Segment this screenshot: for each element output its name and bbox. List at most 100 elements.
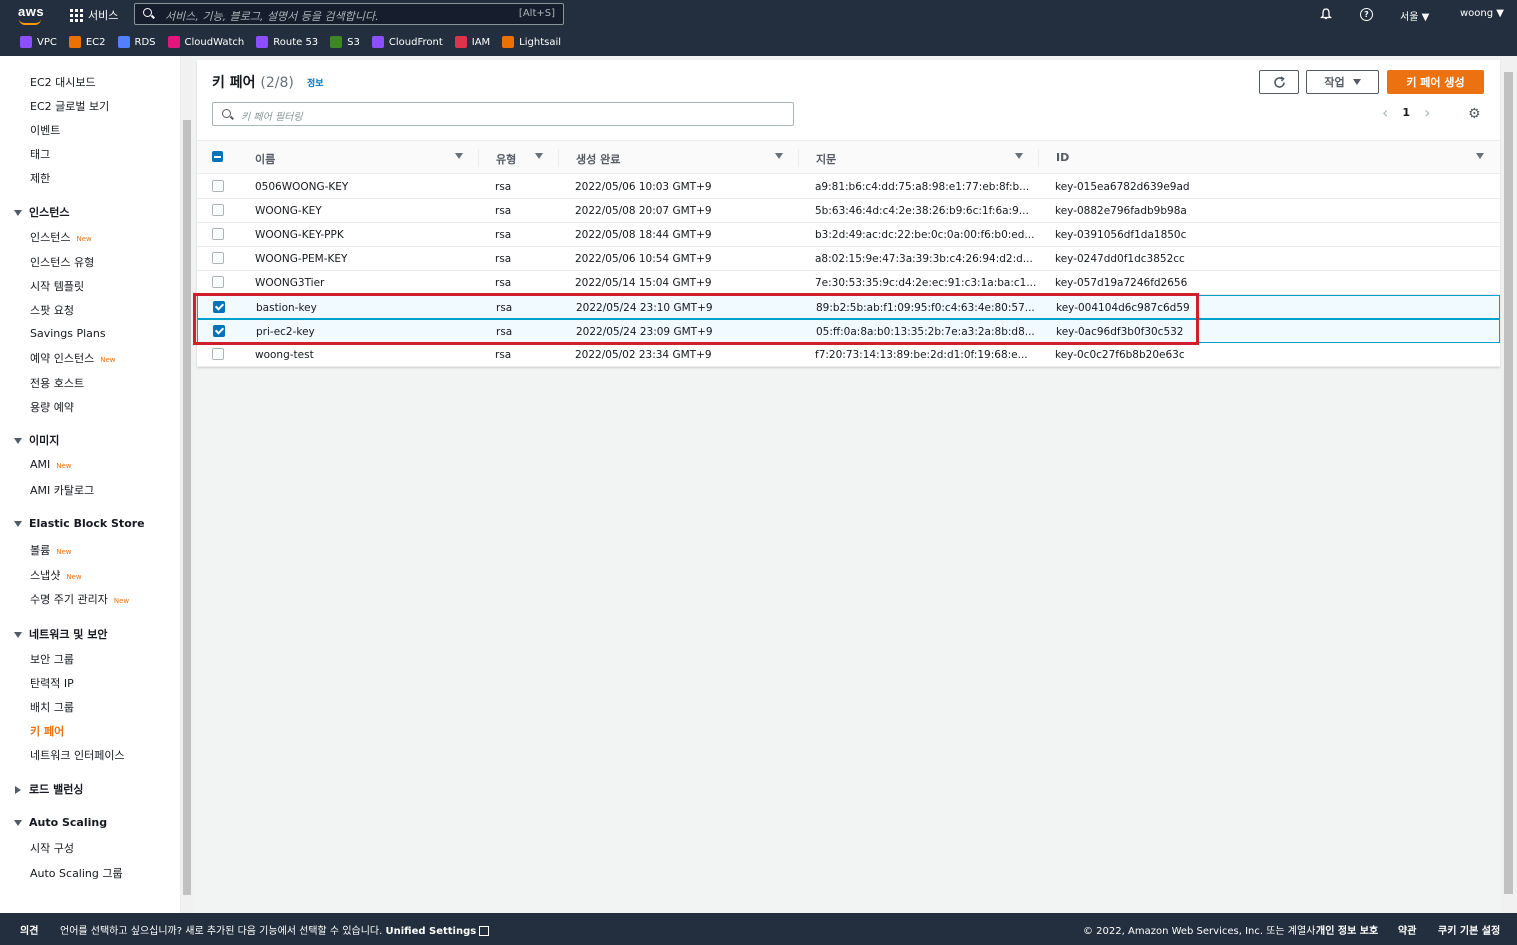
row-checkbox[interactable] (212, 252, 224, 264)
table-row[interactable]: 0506WOONG-KEY rsa 2022/05/06 10:03 GMT+9 a9… (197, 175, 1500, 199)
sidebar-item-launch-templates[interactable]: 시작 템플릿 (30, 278, 84, 294)
column-header-created[interactable]: 생성 완료 (576, 151, 620, 167)
sidebar-item-network-interfaces[interactable]: 네트워크 인터페이스 (30, 747, 125, 763)
cookie-preferences-link[interactable]: 쿠키 기본 설정 (1438, 922, 1500, 937)
sidebar-item-ami[interactable]: AMI New (30, 458, 72, 471)
selection-count: (2/8) (260, 75, 294, 91)
favorite-s3[interactable]: S3 (330, 36, 360, 48)
column-header-name[interactable]: 이름 (255, 151, 275, 167)
sidebar-section-images[interactable]: 이미지 (14, 432, 59, 448)
table-row[interactable]: woong-test rsa 2022/05/02 23:34 GMT+9 f7:20… (197, 343, 1500, 367)
sidebar-item-launch-configurations[interactable]: 시작 구성 (30, 840, 74, 856)
sidebar: EC2 대시보드 EC2 글로벌 보기 이벤트 태그 제한 인스턴스 인스턴스 N… (0, 56, 181, 913)
selection-highlight-box (193, 293, 1199, 345)
gear-icon[interactable]: ⚙ (1468, 107, 1481, 121)
favorite-ec2[interactable]: EC2 (68, 36, 106, 48)
table-row[interactable]: WOONG-PEM-KEY rsa 2022/05/06 10:54 GMT+9 a8… (197, 247, 1500, 271)
services-button[interactable]: 서비스 (70, 7, 118, 23)
favorite-label: RDS (134, 36, 156, 48)
page-number[interactable]: 1 (1402, 106, 1410, 119)
sidebar-scrollbar-thumb[interactable] (183, 120, 191, 895)
sidebar-section-network[interactable]: 네트워크 및 보안 (14, 626, 108, 642)
row-checkbox[interactable] (212, 228, 224, 240)
favorite-vpc[interactable]: VPC (20, 36, 57, 48)
row-checkbox[interactable] (212, 276, 224, 288)
sidebar-item-reserved-instances[interactable]: 예약 인스턴스 New (30, 350, 116, 366)
sidebar-item-spot-requests[interactable]: 스팟 요청 (30, 302, 74, 318)
sidebar-item-key-pairs[interactable]: 키 페어 (30, 723, 64, 739)
favorite-route-53[interactable]: Route 53 (256, 36, 318, 48)
filter-input[interactable]: 키 페어 필터링 (212, 102, 794, 126)
sidebar-section-ebs[interactable]: Elastic Block Store (14, 517, 145, 530)
sidebar-item-capacity-reservations[interactable]: 용량 예약 (30, 399, 74, 415)
privacy-link[interactable]: 개인 정보 보호 (1316, 922, 1378, 937)
sidebar-item-ec2-dashboard[interactable]: EC2 대시보드 (30, 74, 96, 90)
table-row[interactable]: WOONG-KEY-PPK rsa 2022/05/08 18:44 GMT+9 b3… (197, 223, 1500, 247)
chevron-left-icon[interactable]: ‹ (1382, 104, 1388, 120)
unified-settings-link[interactable]: Unified Settings (385, 926, 490, 937)
chevron-right-icon[interactable]: › (1424, 104, 1430, 120)
terms-link[interactable]: 약관 (1398, 922, 1416, 937)
column-header-fingerprint[interactable]: 지문 (816, 151, 836, 167)
sidebar-section-instances[interactable]: 인스턴스 (14, 204, 69, 220)
notification-bell-icon[interactable] (1320, 8, 1332, 20)
row-checkbox[interactable] (212, 204, 224, 216)
create-key-pair-button[interactable]: 키 페어 생성 (1387, 70, 1484, 94)
sort-icon[interactable] (1476, 153, 1484, 159)
section-label: 이미지 (29, 434, 60, 447)
info-link[interactable]: 정보 (307, 76, 324, 89)
sidebar-item-instance-types[interactable]: 인스턴스 유형 (30, 254, 94, 270)
sidebar-item-savings-plans[interactable]: Savings Plans (30, 327, 106, 340)
sort-icon[interactable] (1015, 153, 1023, 159)
sidebar-item-elastic-ip[interactable]: 탄력적 IP (30, 675, 74, 691)
column-divider[interactable] (798, 149, 799, 167)
sort-icon[interactable] (535, 153, 543, 159)
favorite-cloudfront[interactable]: CloudFront (371, 36, 443, 48)
column-divider[interactable] (558, 149, 559, 167)
sidebar-item-tags[interactable]: 태그 (30, 146, 50, 162)
global-search-input[interactable]: 서비스, 기능, 블로그, 설명서 등을 검색합니다. [Alt+S] (134, 3, 564, 25)
sidebar-item-auto-scaling-groups[interactable]: Auto Scaling 그룹 (30, 865, 123, 881)
sidebar-item-volumes[interactable]: 볼륨 New (30, 542, 72, 558)
column-divider[interactable] (478, 149, 479, 167)
refresh-button[interactable] (1259, 70, 1299, 94)
feedback-link[interactable]: 의견 (20, 922, 38, 937)
sidebar-item-ami-catalog[interactable]: AMI 카탈로그 (30, 482, 94, 498)
actions-button[interactable]: 작업 (1306, 70, 1379, 94)
sidebar-item-placement-groups[interactable]: 배치 그룹 (30, 699, 74, 715)
sidebar-section-auto-scaling[interactable]: Auto Scaling (14, 816, 107, 829)
sort-icon[interactable] (455, 153, 463, 159)
sidebar-item-global-view[interactable]: EC2 글로벌 보기 (30, 98, 109, 114)
help-icon[interactable]: ? (1360, 8, 1373, 21)
table-row[interactable]: WOONG3Tier rsa 2022/05/14 15:04 GMT+9 7e:30… (197, 271, 1500, 295)
sidebar-section-load-balancing[interactable]: 로드 밸런싱 (14, 781, 83, 797)
favorite-rds[interactable]: RDS (117, 36, 156, 48)
favorite-lightsail[interactable]: Lightsail (502, 36, 561, 48)
page-title: 키 페어 (2/8) (212, 72, 294, 92)
sidebar-item-limits[interactable]: 제한 (30, 170, 50, 186)
table-row[interactable]: WOONG-KEY rsa 2022/05/08 20:07 GMT+9 5b:63:… (197, 199, 1500, 223)
account-menu[interactable]: woong ▼ (1460, 8, 1504, 19)
page-scrollbar-thumb[interactable] (1504, 72, 1513, 894)
select-all-checkbox[interactable] (212, 151, 223, 162)
row-checkbox[interactable] (212, 348, 224, 360)
aws-logo[interactable]: aws (18, 4, 44, 19)
column-header-id[interactable]: ID (1056, 151, 1069, 164)
favorite-cloudwatch[interactable]: CloudWatch (167, 36, 244, 48)
region-selector[interactable]: 서울 ▼ (1400, 8, 1429, 23)
service-icon (330, 36, 343, 48)
column-divider[interactable] (1038, 149, 1039, 167)
sidebar-item-instances[interactable]: 인스턴스 New (30, 229, 92, 245)
sort-icon[interactable] (775, 153, 783, 159)
cell-id: key-0882e796fadb9b98a (1055, 205, 1187, 217)
column-header-type[interactable]: 유형 (496, 151, 516, 167)
sidebar-item-security-groups[interactable]: 보안 그룹 (30, 651, 74, 667)
sidebar-item-snapshots[interactable]: 스냅샷 New (30, 567, 82, 583)
sidebar-item-dedicated-hosts[interactable]: 전용 호스트 (30, 375, 84, 391)
row-checkbox[interactable] (212, 180, 224, 192)
service-icon (502, 36, 515, 48)
cell-fingerprint: b3:2d:49:ac:dc:22:be:0c:0a:00:f6:b0:ed..… (815, 229, 1035, 241)
sidebar-item-events[interactable]: 이벤트 (30, 122, 60, 138)
favorite-iam[interactable]: IAM (454, 36, 490, 48)
sidebar-item-lifecycle-manager[interactable]: 수명 주기 관리자 New (30, 591, 129, 607)
